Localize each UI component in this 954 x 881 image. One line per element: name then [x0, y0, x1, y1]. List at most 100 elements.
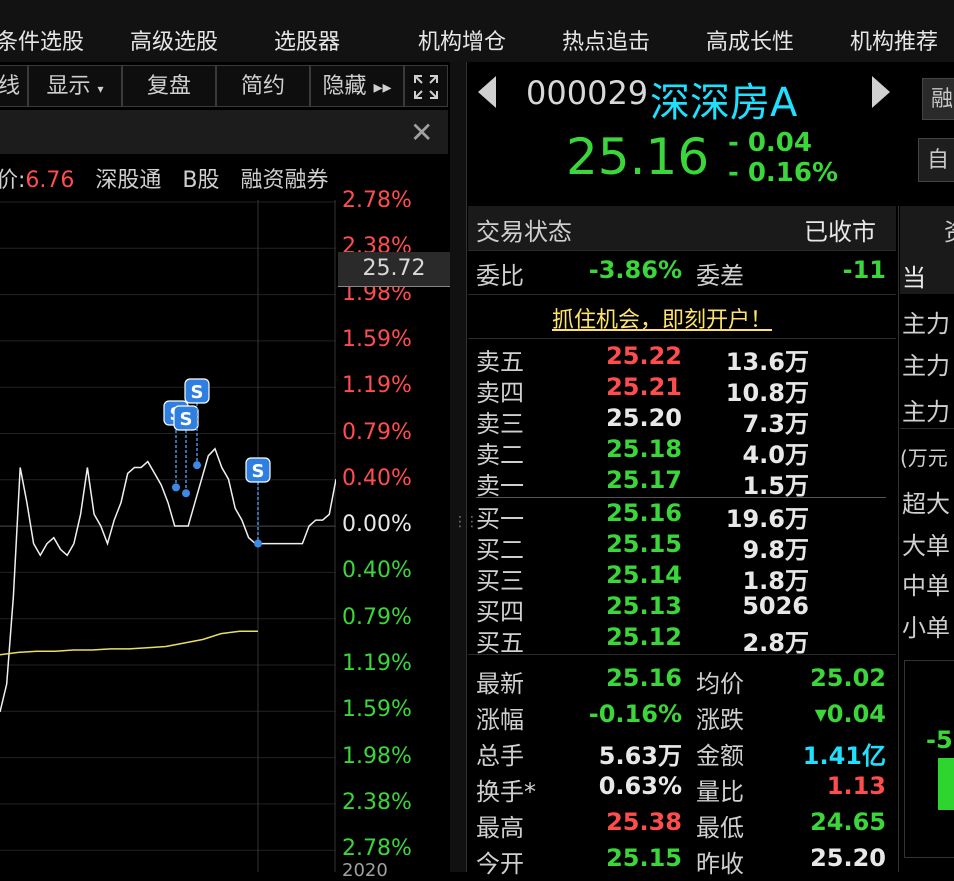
stat-value: ▾0.04	[814, 700, 886, 728]
tag-shgt[interactable]: 深股通	[95, 168, 161, 193]
buy-level-volume: 2.8万	[742, 629, 809, 657]
toolbar-display-label: 显示	[46, 74, 91, 99]
main-force-row-1: 主力	[902, 310, 950, 338]
nav-advanced-select[interactable]: 高级选股	[130, 24, 218, 56]
chevron-down-icon: ▾	[97, 82, 104, 96]
sell-marker-text: S	[180, 409, 193, 430]
open-account-link[interactable]: 抓住机会，即刻开户！	[552, 302, 772, 334]
margin-button[interactable]: 融	[922, 78, 954, 120]
nav-institution-recommend[interactable]: 机构推荐	[850, 24, 938, 56]
fund-bar	[938, 758, 954, 810]
pct-tick-label: 0.40%	[342, 465, 412, 491]
stat-value: 25.20	[810, 844, 886, 872]
stat-value: 1.41亿	[802, 742, 886, 770]
price-change: - 0.04	[728, 128, 812, 158]
sell-marker-dot	[193, 461, 201, 470]
price-value: 6.76	[25, 168, 75, 193]
nav-condition-select[interactable]: 条件选股	[0, 24, 84, 56]
buy-level-volume: 5026	[742, 592, 809, 620]
price-line	[0, 447, 336, 713]
size-row-medium: 中单	[902, 572, 950, 600]
buy-level-volume: 19.6万	[725, 505, 809, 533]
panel-border	[898, 206, 899, 872]
nav-institution-increase[interactable]: 机构增仓	[418, 24, 506, 56]
bid-diff-value: -11	[842, 256, 886, 284]
divider	[468, 294, 896, 295]
stat-value: 0.63%	[598, 772, 682, 800]
unit-label: (万元	[900, 446, 948, 470]
bid-ratio-value: -3.86%	[588, 256, 682, 284]
tag-margin[interactable]: 融资融券	[241, 168, 329, 193]
next-stock-icon[interactable]	[872, 76, 890, 108]
pct-tick-label: 1.19%	[342, 373, 412, 399]
stock-name: 深深房A	[650, 80, 798, 126]
stock-price: 25.16	[566, 128, 710, 186]
axis-fragment: 2020	[342, 860, 388, 881]
divider	[900, 428, 954, 429]
stat-value: 25.38	[606, 808, 682, 836]
cursor-line	[338, 286, 450, 287]
buy-level-volume: 9.8万	[742, 536, 809, 564]
price-label: 价:	[0, 168, 26, 193]
fund-flow-title: 资	[944, 212, 954, 247]
top-nav-bar: 条件选股 高级选股 选股器 机构增仓 热点追击 高成长性 机构推荐	[0, 0, 954, 62]
main-force-row-3: 主力	[902, 398, 950, 426]
stat-value: 25.16	[606, 664, 682, 692]
intraday-chart: SSSS	[0, 200, 336, 872]
toolbar-line-button[interactable]: 线	[0, 65, 28, 107]
watchlist-button[interactable]: 自	[918, 138, 954, 182]
pct-tick-label: 0.79%	[342, 604, 412, 630]
trade-status-value: 已收市	[804, 218, 876, 246]
stock-code: 000029	[526, 74, 649, 112]
main-force-row-2: 主力	[902, 352, 950, 380]
pct-tick-label: 1.59%	[342, 697, 412, 723]
pct-tick-label: 2.78%	[342, 836, 412, 862]
divider	[468, 654, 896, 655]
fund-bar-value: -5	[926, 726, 953, 754]
size-row-small: 小单	[902, 614, 950, 642]
toolbar-hide-label: 隐藏	[322, 74, 367, 99]
sell-level-volume: 13.6万	[725, 348, 809, 376]
sell-marker-dot	[172, 483, 180, 492]
sell-level-volume: 1.5万	[742, 472, 809, 500]
cursor-price-box: 25.72	[338, 252, 450, 286]
nav-high-growth[interactable]: 高成长性	[706, 24, 794, 56]
double-arrow-right-icon: ▸▸	[373, 77, 392, 98]
toolbar-review-button[interactable]: 复盘	[122, 65, 216, 107]
info-bar	[0, 110, 448, 154]
orderbook-divider	[476, 497, 886, 498]
drag-handle-icon[interactable]: ⋮⋮	[453, 514, 479, 530]
toolbar-simple-button[interactable]: 简约	[216, 65, 310, 107]
avg-price-line	[0, 630, 258, 656]
toolbar-hide-button[interactable]: 隐藏 ▸▸	[310, 65, 404, 107]
price-change-pct: - 0.16%	[728, 158, 839, 188]
nav-stock-picker[interactable]: 选股器	[274, 24, 340, 56]
pct-tick-label: 0.00%	[342, 512, 412, 538]
stat-value: -0.16%	[588, 700, 682, 728]
trade-status-label: 交易状态	[476, 218, 572, 246]
sell-marker-dot	[254, 539, 262, 548]
tag-b-share[interactable]: B股	[182, 168, 219, 193]
stat-value: 5.63万	[598, 742, 682, 770]
pct-tick-label: 0.40%	[342, 558, 412, 584]
sell-level-volume: 10.8万	[725, 379, 809, 407]
chart-info-row: 价:6.76 深股通 B股 融资融券	[0, 162, 329, 194]
sell-marker-text: S	[252, 461, 265, 482]
fund-flow-current: 当	[902, 264, 926, 292]
sell-level-volume: 4.0万	[742, 441, 809, 469]
expand-icon[interactable]	[404, 65, 448, 107]
pct-tick-label: 1.98%	[342, 743, 412, 769]
nav-hotspot[interactable]: 热点追击	[562, 24, 650, 56]
toolbar-display-dropdown[interactable]: 显示 ▾	[28, 65, 122, 107]
size-row-super: 超大	[902, 490, 950, 518]
panel-splitter[interactable]	[450, 62, 466, 872]
expand-icon-glyph	[414, 75, 438, 99]
pct-tick-label: 1.59%	[342, 326, 412, 352]
divider	[468, 250, 896, 251]
prev-stock-icon[interactable]	[478, 76, 496, 108]
pct-tick-label: 2.78%	[342, 188, 412, 213]
pct-tick-label: 2.38%	[342, 789, 412, 815]
stat-value: 25.15	[606, 844, 682, 872]
close-icon[interactable]: ✕	[410, 116, 433, 149]
panel-border	[466, 62, 467, 872]
